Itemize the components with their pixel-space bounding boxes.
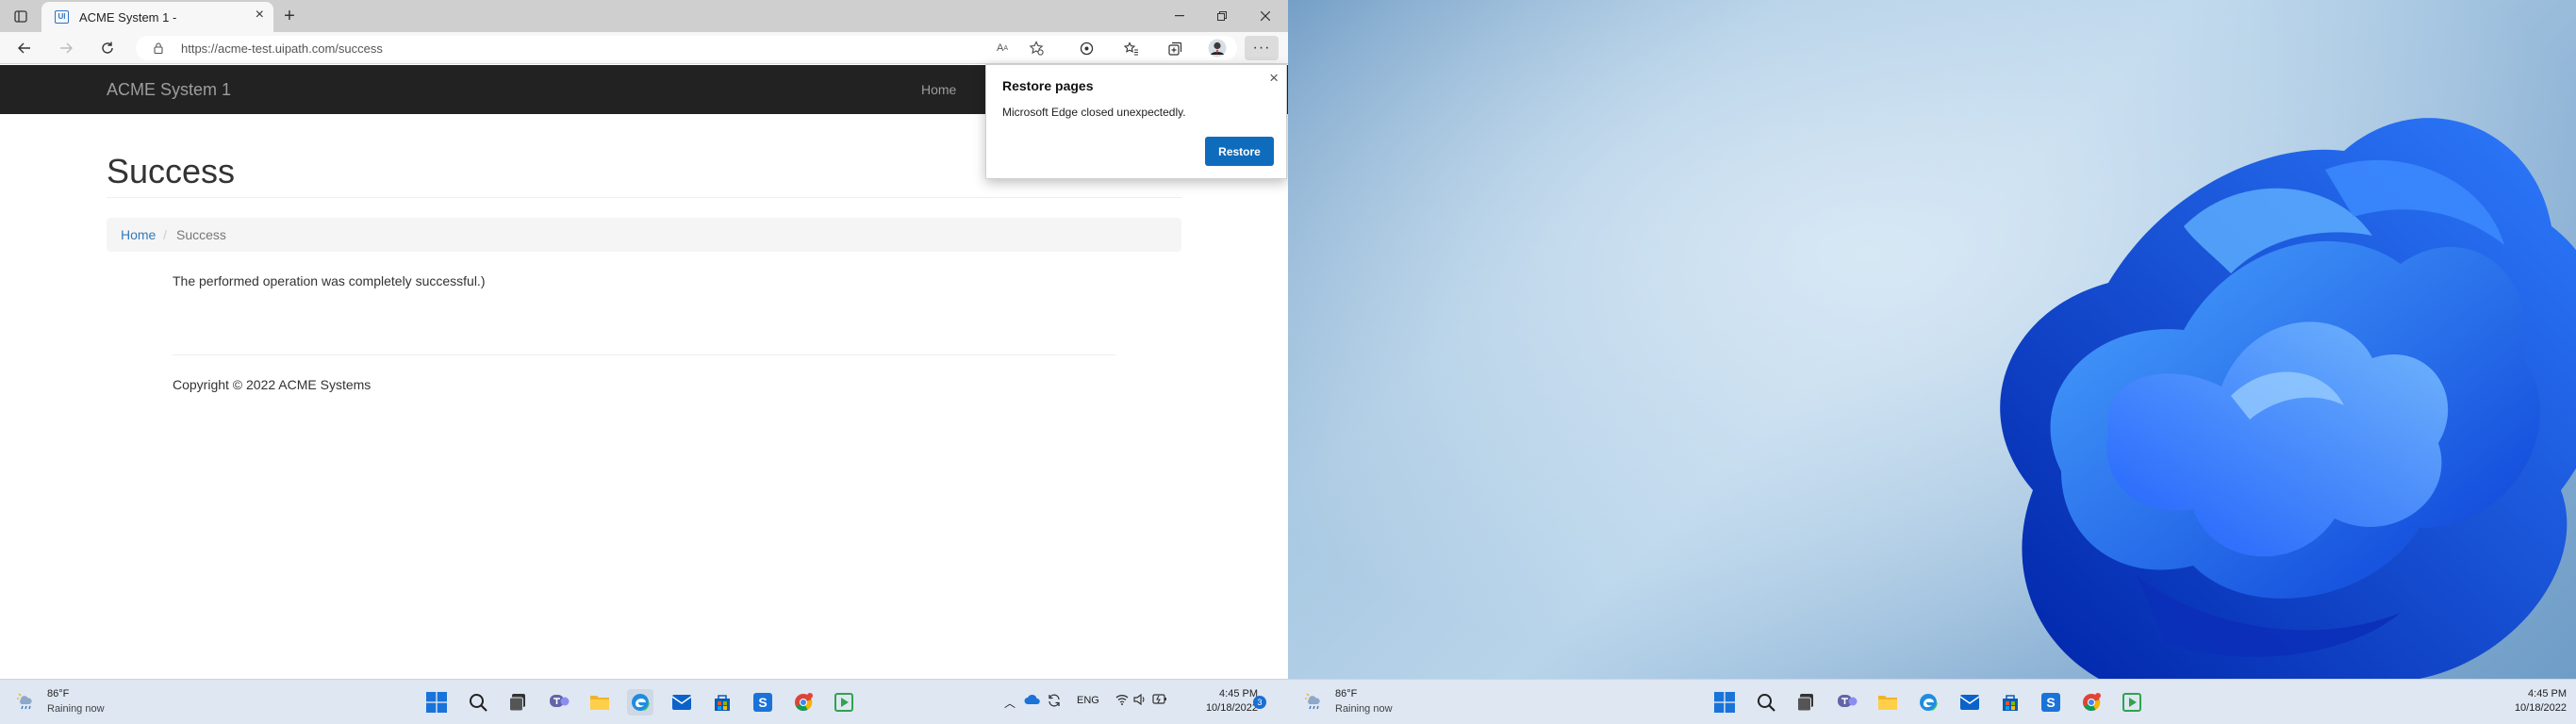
- extensions-icon[interactable]: [1077, 39, 1096, 58]
- clock-time: 4:45 PM: [2528, 688, 2567, 699]
- close-window-icon[interactable]: [1255, 6, 1276, 26]
- tab-title: ACME System 1 -: [79, 10, 177, 25]
- restore-window-icon[interactable]: [1212, 6, 1232, 26]
- uipath-assistant-icon[interactable]: [831, 689, 857, 716]
- breadcrumb-home-link[interactable]: Home: [121, 227, 156, 242]
- restore-pages-popup: Restore pages × Microsoft Edge closed un…: [985, 64, 1287, 179]
- page-title: Success: [107, 152, 236, 190]
- read-aloud-icon[interactable]: AA: [994, 40, 1011, 57]
- forward-icon[interactable]: [57, 39, 75, 58]
- favorites-icon[interactable]: [1122, 39, 1141, 58]
- site-brand[interactable]: ACME System 1: [107, 80, 231, 100]
- chrome-icon[interactable]: [2078, 689, 2105, 716]
- address-bar[interactable]: https://acme-test.uipath.com/success AA: [136, 36, 1237, 60]
- svg-text:S: S: [758, 695, 767, 710]
- tab-actions-icon[interactable]: [11, 8, 30, 25]
- popup-message: Microsoft Edge closed unexpectedly.: [1002, 106, 1186, 119]
- settings-more-icon[interactable]: ···: [1245, 36, 1279, 60]
- desktop-wallpaper-bloom: [1288, 0, 2576, 724]
- search-icon[interactable]: [1753, 689, 1779, 716]
- copyright-text: Copyright © 2022 ACME Systems: [173, 377, 372, 392]
- taskbar: 86°F Raining now S ︿ ENG 4:45 PM 10/18/2…: [0, 679, 1288, 724]
- browser-tab-bar: UI ACME System 1 - × +: [0, 0, 1288, 32]
- restore-button[interactable]: Restore: [1205, 137, 1274, 166]
- rain-cloud-icon: [1305, 693, 1320, 710]
- success-message: The performed operation was completely s…: [173, 273, 486, 288]
- mail-icon[interactable]: [669, 689, 695, 716]
- monitor-secondary: 86°F Raining now S 4:45 PM 10/18/2022: [1288, 0, 2576, 724]
- notification-badge[interactable]: 3: [1253, 696, 1266, 709]
- start-icon[interactable]: [1711, 689, 1738, 716]
- taskbar-secondary: 86°F Raining now S 4:45 PM 10/18/2022: [1288, 679, 2576, 724]
- volume-icon[interactable]: [1133, 693, 1147, 708]
- chat-icon[interactable]: [1834, 689, 1860, 716]
- store-icon[interactable]: [1997, 689, 2023, 716]
- browser-tab-active[interactable]: UI ACME System 1 - ×: [41, 2, 273, 32]
- start-icon[interactable]: [423, 689, 450, 716]
- breadcrumb-current: Success: [176, 227, 226, 242]
- language-indicator[interactable]: ENG: [1077, 695, 1099, 706]
- system-tray: ︿ ENG 4:45 PM 10/18/2022 3: [999, 680, 1288, 724]
- onedrive-icon[interactable]: [1024, 694, 1041, 708]
- mail-icon[interactable]: [1957, 689, 1983, 716]
- close-tab-icon[interactable]: ×: [256, 7, 264, 24]
- edge-icon[interactable]: [627, 689, 653, 716]
- store-icon[interactable]: [709, 689, 735, 716]
- popup-close-icon[interactable]: ×: [1269, 69, 1279, 88]
- rain-cloud-icon: [17, 693, 32, 710]
- refresh-icon[interactable]: [98, 39, 117, 58]
- search-icon[interactable]: [465, 689, 491, 716]
- chrome-icon[interactable]: [790, 689, 817, 716]
- clock-date: 10/18/2022: [1205, 702, 1258, 714]
- lock-icon[interactable]: [153, 41, 164, 55]
- edge-icon[interactable]: [1915, 689, 1941, 716]
- uipath-studio-icon[interactable]: S: [750, 689, 776, 716]
- weather-condition: Raining now: [1335, 703, 1393, 715]
- weather-condition: Raining now: [47, 703, 105, 715]
- wifi-icon[interactable]: [1115, 694, 1129, 708]
- file-explorer-icon[interactable]: [1874, 689, 1901, 716]
- add-favorite-icon[interactable]: [1028, 40, 1045, 57]
- minimize-icon[interactable]: [1169, 6, 1190, 26]
- weather-temperature: 86°F: [47, 688, 70, 699]
- profile-avatar-icon[interactable]: [1207, 38, 1228, 58]
- breadcrumb: Home / Success: [107, 218, 1181, 252]
- browser-toolbar: https://acme-test.uipath.com/success AA …: [0, 32, 1288, 64]
- uipath-assistant-icon[interactable]: [2119, 689, 2145, 716]
- clock-date: 10/18/2022: [2514, 702, 2567, 714]
- uipath-studio-icon[interactable]: S: [2038, 689, 2064, 716]
- new-tab-icon[interactable]: +: [279, 6, 300, 26]
- popup-title: Restore pages: [1002, 78, 1094, 93]
- task-view-icon[interactable]: [505, 689, 532, 716]
- url-text: https://acme-test.uipath.com/success: [181, 41, 383, 56]
- title-divider: [107, 197, 1181, 198]
- collections-icon[interactable]: [1165, 39, 1184, 58]
- sync-icon[interactable]: [1048, 694, 1061, 710]
- weather-temperature: 86°F: [1335, 688, 1358, 699]
- breadcrumb-separator: /: [163, 227, 167, 242]
- clock-time: 4:45 PM: [1219, 688, 1258, 699]
- nav-home-link[interactable]: Home: [921, 82, 956, 97]
- footer-divider: [173, 354, 1115, 355]
- clock-secondary[interactable]: 4:45 PM 10/18/2022: [2504, 687, 2567, 716]
- monitor-primary: UI ACME System 1 - × + https://acme-test…: [0, 0, 1288, 724]
- tab-favicon-icon: UI: [55, 10, 69, 24]
- back-icon[interactable]: [15, 39, 34, 58]
- svg-text:S: S: [2046, 695, 2055, 710]
- chat-icon[interactable]: [546, 689, 572, 716]
- clock[interactable]: 4:45 PM 10/18/2022: [1199, 687, 1258, 716]
- show-hidden-icons-icon[interactable]: ︿: [1004, 695, 1016, 711]
- file-explorer-icon[interactable]: [586, 689, 613, 716]
- battery-icon[interactable]: [1152, 694, 1167, 708]
- task-view-icon[interactable]: [1793, 689, 1820, 716]
